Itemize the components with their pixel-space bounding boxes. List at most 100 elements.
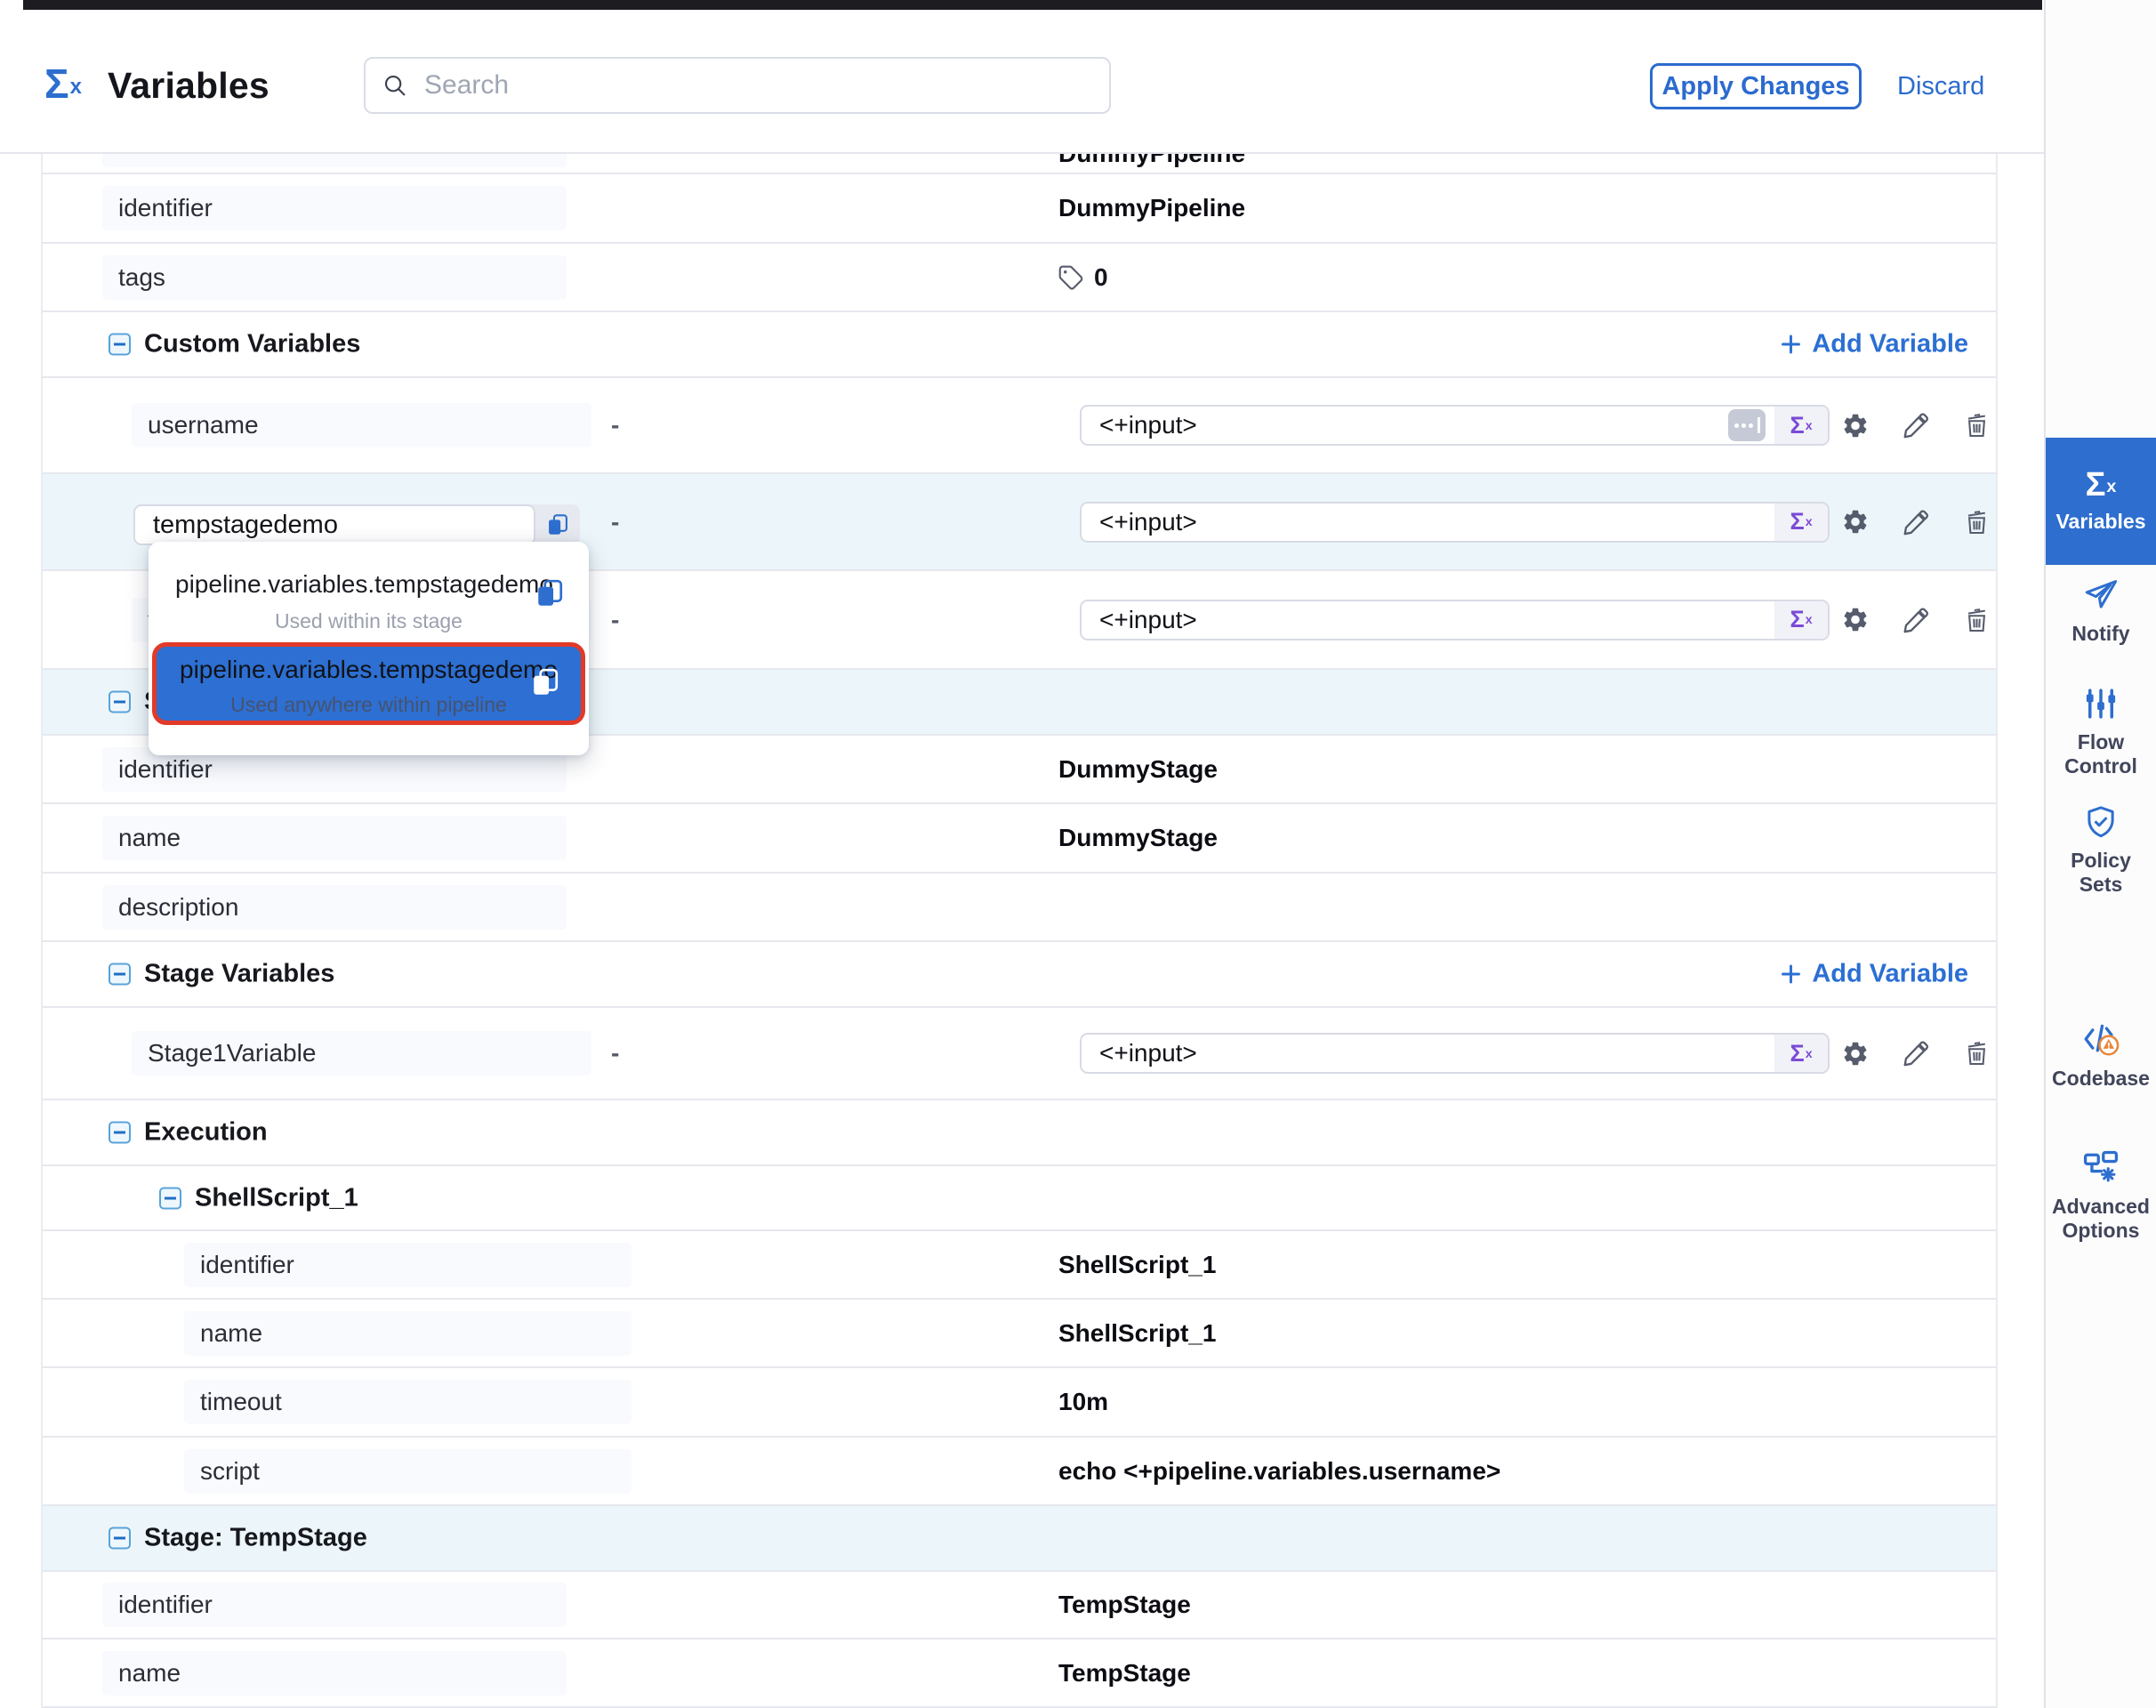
section-header-execution: Execution — [43, 1100, 1996, 1166]
expression-sigma-button[interactable]: Σx — [1774, 504, 1828, 541]
field-label: name — [102, 816, 567, 860]
expression-sigma-button[interactable]: Σx — [1774, 407, 1828, 444]
field-value: DummyStage — [1058, 824, 1218, 852]
table-row-pipeline-tags: tags 0 — [43, 244, 1996, 312]
table-row-step-name: name ShellScript_1 — [43, 1300, 1996, 1368]
table-row-stage-name: name DummyStage — [43, 804, 1996, 874]
collapse-minus-icon[interactable] — [109, 334, 131, 356]
option-text: pipeline.variables.tempstagedemo — [180, 656, 558, 684]
collapse-minus-icon[interactable] — [109, 1527, 131, 1550]
tag-icon — [1057, 263, 1085, 292]
add-variable-button[interactable]: Add Variable — [1779, 330, 1968, 359]
variable-name-input[interactable]: tempstagedemo — [133, 504, 535, 545]
search-input[interactable] — [422, 69, 1093, 101]
section-title: Stage Variables — [144, 960, 334, 989]
sidebar-item-codebase[interactable]: Codebase — [2046, 1019, 2156, 1091]
variable-name-field[interactable]: Stage1Variable — [132, 1031, 591, 1076]
variable-value-input[interactable]: <+input> Σx — [1080, 600, 1830, 640]
expression-sigma-button[interactable]: Σx — [1774, 1035, 1828, 1072]
sidebar-item-flow-control[interactable]: Flow Control — [2046, 685, 2156, 778]
variable-value-input[interactable]: <+input> Σx — [1080, 502, 1830, 543]
sidebar-item-advanced-options[interactable]: Advanced Options — [2046, 1148, 2156, 1243]
edit-pencil-icon[interactable] — [1902, 605, 1931, 634]
field-value: TempStage — [1058, 1659, 1191, 1688]
gear-icon[interactable] — [1841, 606, 1870, 634]
row-controls — [1841, 605, 1991, 634]
variable-value-input[interactable]: <+input> Σx — [1080, 1033, 1830, 1074]
sidebar-item-label: Policy Sets — [2046, 849, 2156, 897]
copy-path-dropdown: pipeline.variables.tempstagedemo Used wi… — [149, 542, 589, 755]
sidebar-item-variables[interactable]: Σx Variables — [2046, 438, 2156, 565]
gear-icon[interactable] — [1841, 508, 1870, 536]
sidebar-item-label: Variables — [2050, 510, 2151, 534]
field-label: identifier — [102, 1583, 567, 1627]
sliders-icon — [2082, 685, 2120, 722]
sidebar-item-policy-sets[interactable]: Policy Sets — [2046, 803, 2156, 897]
delete-trash-icon[interactable] — [1963, 508, 1991, 536]
collapse-minus-icon[interactable] — [109, 1122, 131, 1144]
flowchart-gear-icon — [2081, 1148, 2120, 1187]
field-label: name — [102, 1651, 567, 1696]
search-icon — [382, 72, 408, 99]
section-title: Execution — [144, 1118, 268, 1148]
section-header-stage-variables: Stage Variables Add Variable — [43, 942, 1996, 1008]
field-value: 10m — [1058, 1388, 1108, 1416]
add-variable-button[interactable]: Add Variable — [1779, 960, 1968, 989]
delete-trash-icon[interactable] — [1963, 412, 1991, 439]
search-box[interactable] — [364, 57, 1111, 114]
sidebar-item-notify[interactable]: Notify — [2046, 576, 2156, 646]
table-row-step-identifier: identifier ShellScript_1 — [43, 1231, 1996, 1300]
field-value: ShellScript_1 — [1058, 1251, 1216, 1279]
discard-button[interactable]: Discard — [1897, 63, 1984, 109]
collapse-minus-icon[interactable] — [109, 691, 131, 713]
apply-changes-button[interactable]: Apply Changes — [1650, 63, 1862, 109]
table-row-pipeline-identifier: identifier DummyPipeline — [43, 174, 1996, 244]
page-title: Variables — [108, 65, 270, 107]
sidebar-item-label: Notify — [2066, 622, 2135, 646]
field-value: ShellScript_1 — [1058, 1319, 1216, 1348]
field-label: name — [184, 1311, 632, 1356]
code-warning-icon — [2081, 1019, 2120, 1059]
sidebar-item-label: Advanced Options — [2046, 1195, 2156, 1243]
section-header-stage-temp: Stage: TempStage — [43, 1506, 1996, 1572]
option-hint: Used anywhere within pipeline — [157, 693, 581, 717]
delete-trash-icon[interactable] — [1963, 606, 1991, 633]
copy-icon — [534, 577, 566, 614]
delete-trash-icon[interactable] — [1963, 1040, 1991, 1068]
gear-icon[interactable] — [1841, 411, 1870, 439]
table-row-step-script: script echo <+pipeline.variables.usernam… — [43, 1438, 1996, 1506]
field-value: DummyStage — [1058, 755, 1218, 784]
runtime-input-selector[interactable] — [1728, 409, 1766, 441]
section-title: Stage: TempStage — [144, 1524, 367, 1553]
variable-row-stage1variable: Stage1Variable - <+input> Σx — [43, 1008, 1996, 1100]
gear-icon[interactable] — [1841, 1039, 1870, 1068]
dropdown-option-stage-scope[interactable]: pipeline.variables.tempstagedemo Used wi… — [149, 551, 589, 640]
shield-check-icon — [2082, 803, 2120, 841]
variable-value-text: <+input> — [1082, 1039, 1774, 1068]
field-value: echo <+pipeline.variables.username> — [1058, 1457, 1500, 1486]
edit-pencil-icon[interactable] — [1902, 1039, 1931, 1068]
variable-value-text: <+input> — [1082, 411, 1728, 439]
edit-pencil-icon[interactable] — [1902, 411, 1931, 440]
section-title: Custom Variables — [144, 330, 360, 359]
edit-pencil-icon[interactable] — [1902, 507, 1931, 536]
collapse-minus-icon[interactable] — [109, 963, 131, 986]
field-label: identifier — [102, 186, 567, 230]
variables-sigma-logo-icon: Σx — [44, 63, 82, 104]
dropdown-option-pipeline-scope-selected[interactable]: pipeline.variables.tempstagedemo Used an… — [152, 642, 585, 725]
variable-type-dash: - — [611, 1039, 619, 1068]
plus-icon — [1779, 333, 1803, 357]
variable-name-field[interactable]: username — [132, 403, 591, 447]
section-header-custom-variables: Custom Variables Add Variable — [43, 312, 1996, 378]
copy-icon — [545, 512, 570, 537]
variable-value-input[interactable]: <+input> Σx — [1080, 405, 1830, 446]
window-top-strip — [23, 0, 2042, 10]
table-row-partial: DummyPipeline — [43, 154, 1996, 174]
row-controls — [1841, 1039, 1991, 1068]
copy-button[interactable] — [535, 512, 580, 537]
collapse-minus-icon[interactable] — [159, 1187, 181, 1209]
sidebar-item-label: Codebase — [2047, 1067, 2155, 1091]
expression-sigma-button[interactable]: Σx — [1774, 601, 1828, 639]
table-row-tempstage-identifier: identifier TempStage — [43, 1572, 1996, 1640]
option-text: pipeline.variables.tempstagedemo — [175, 570, 553, 599]
